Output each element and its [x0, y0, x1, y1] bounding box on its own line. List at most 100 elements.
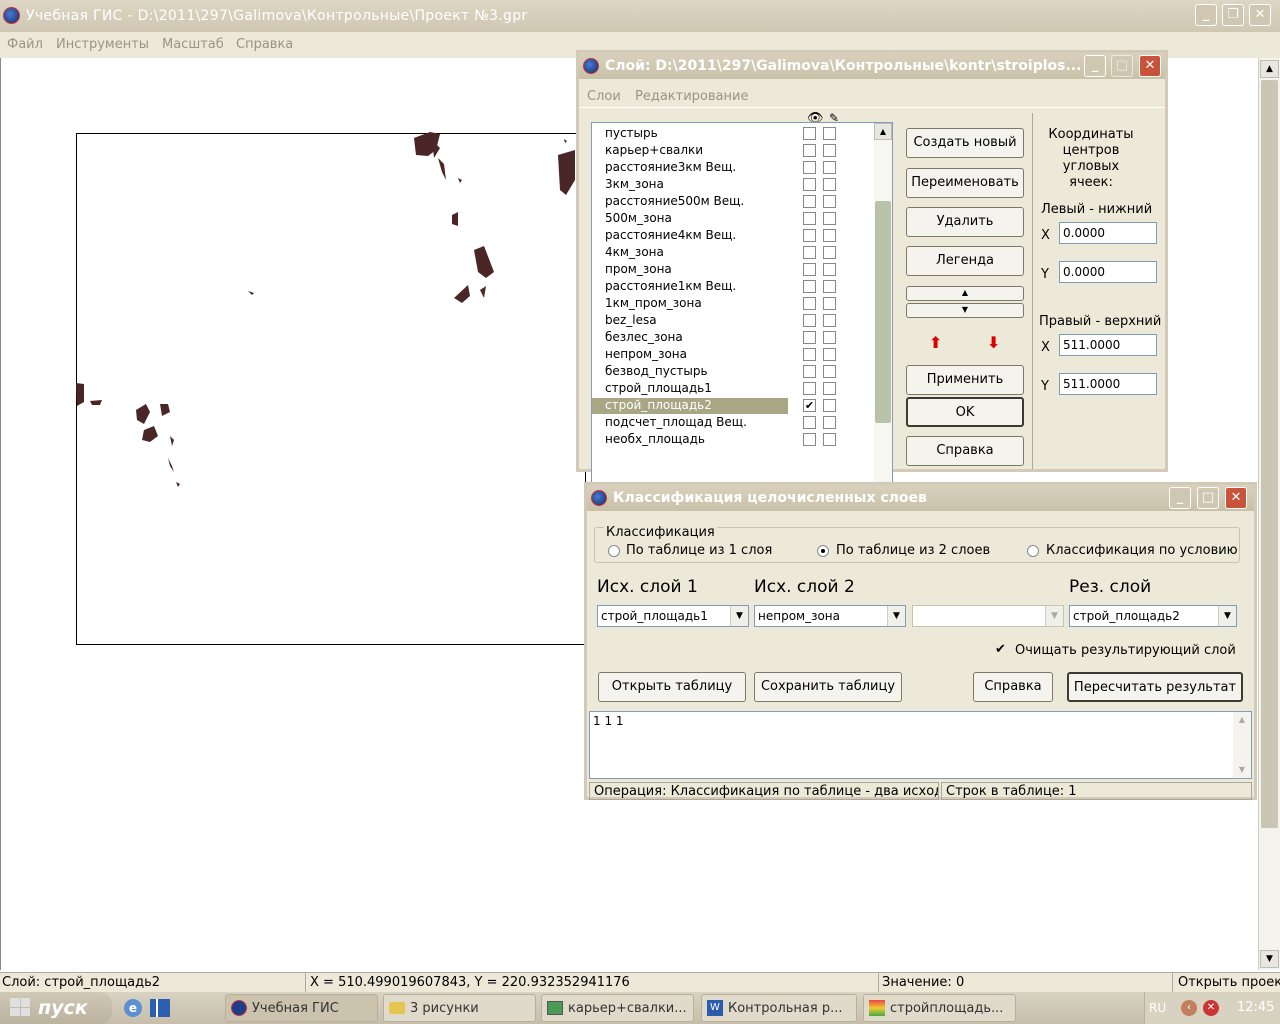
- layer-row[interactable]: карьер+свалки: [592, 142, 875, 159]
- layer-close-button[interactable]: ✕: [1139, 55, 1161, 77]
- ok-button[interactable]: OK: [906, 397, 1024, 427]
- task-word[interactable]: W Контрольная р...: [701, 994, 857, 1022]
- layer-visible-checkbox[interactable]: [803, 144, 816, 157]
- layer-row[interactable]: непром_зона: [592, 346, 875, 363]
- radio-one-layer[interactable]: [608, 545, 620, 557]
- layer-visible-checkbox[interactable]: [803, 127, 816, 140]
- class-maximize-button[interactable]: □: [1197, 487, 1219, 509]
- layer-row[interactable]: bez_lesa: [592, 312, 875, 329]
- layer-row[interactable]: безвод_пустырь: [592, 363, 875, 380]
- move-down-arrow-icon[interactable]: ⬇: [987, 333, 1000, 352]
- layer-visible-checkbox[interactable]: ✔: [803, 399, 816, 412]
- layer-visible-checkbox[interactable]: [803, 297, 816, 310]
- layer-visible-checkbox[interactable]: [803, 331, 816, 344]
- layer-edit-checkbox[interactable]: [823, 331, 836, 344]
- layer-row[interactable]: 500м_зона: [592, 210, 875, 227]
- class-dialog-titlebar[interactable]: Классификация целочисленных слоев _ □ ✕: [587, 485, 1254, 511]
- layer-maximize-button[interactable]: □: [1111, 55, 1133, 77]
- chevron-down-icon[interactable]: ▼: [730, 606, 748, 626]
- layer-row[interactable]: пром_зона: [592, 261, 875, 278]
- task-image[interactable]: карьер+свалки...: [541, 994, 694, 1022]
- library-icon[interactable]: [150, 999, 170, 1017]
- layer-row[interactable]: 3км_зона: [592, 176, 875, 193]
- move-up-arrow-icon[interactable]: ⬆: [929, 333, 942, 352]
- layer-row[interactable]: расстояние3км Вещ.: [592, 159, 875, 176]
- task-folder[interactable]: 3 рисунки: [383, 994, 536, 1022]
- layer-edit-checkbox[interactable]: [823, 212, 836, 225]
- radio-two-layers-label[interactable]: По таблице из 2 слоев: [836, 543, 990, 558]
- main-vertical-scrollbar[interactable]: ▲ ▼: [1258, 58, 1280, 970]
- radio-two-layers[interactable]: [817, 545, 829, 557]
- layer-visible-checkbox[interactable]: [803, 314, 816, 327]
- layer-visible-checkbox[interactable]: [803, 229, 816, 242]
- layer-edit-checkbox[interactable]: [823, 365, 836, 378]
- textarea-scrollbar[interactable]: ▲ ▼: [1233, 712, 1251, 778]
- layer-edit-checkbox[interactable]: [823, 263, 836, 276]
- layer-edit-checkbox[interactable]: [823, 229, 836, 242]
- create-layer-button[interactable]: Создать новый: [906, 128, 1024, 158]
- layer-row[interactable]: 1км_пром_зона: [592, 295, 875, 312]
- layer-edit-checkbox[interactable]: [823, 297, 836, 310]
- task-paint[interactable]: стройплощадь...: [863, 994, 1016, 1022]
- layer-edit-checkbox[interactable]: [823, 416, 836, 429]
- layer-help-button[interactable]: Справка: [906, 436, 1024, 466]
- clear-result-label[interactable]: Очищать результирующий слой: [1015, 643, 1236, 658]
- layer-edit-checkbox[interactable]: [823, 382, 836, 395]
- result-layer-select[interactable]: строй_площадь2 ▼: [1069, 605, 1237, 627]
- layer-visible-checkbox[interactable]: [803, 263, 816, 276]
- layer-visible-checkbox[interactable]: [803, 382, 816, 395]
- layer-row[interactable]: пустырь: [592, 125, 875, 142]
- upper-right-y-input[interactable]: 511.0000: [1059, 373, 1157, 395]
- radio-one-layer-label[interactable]: По таблице из 1 слоя: [626, 543, 772, 558]
- layer-visible-checkbox[interactable]: [803, 348, 816, 361]
- clear-result-checkbox[interactable]: ✔: [994, 643, 1007, 657]
- source-layer-1-select[interactable]: строй_площадь1 ▼: [597, 605, 749, 627]
- class-help-button[interactable]: Справка: [973, 672, 1053, 702]
- layer-visible-checkbox[interactable]: [803, 178, 816, 191]
- layer-edit-checkbox[interactable]: [823, 195, 836, 208]
- minimize-button[interactable]: _: [1195, 4, 1217, 26]
- layer-visible-checkbox[interactable]: [803, 365, 816, 378]
- save-table-button[interactable]: Сохранить таблицу: [754, 672, 902, 702]
- layer-visible-checkbox[interactable]: [803, 280, 816, 293]
- layer-visible-checkbox[interactable]: [803, 212, 816, 225]
- layer-menu-edit[interactable]: Редактирование: [635, 89, 748, 104]
- move-down-small-button[interactable]: ▼: [906, 303, 1024, 318]
- layer-visible-checkbox[interactable]: [803, 433, 816, 446]
- ie-icon[interactable]: e: [124, 999, 142, 1017]
- antivirus-shield-icon[interactable]: ✕: [1203, 1000, 1219, 1016]
- chevron-down-icon[interactable]: ▼: [887, 606, 905, 626]
- source-layer-2-select[interactable]: непром_зона ▼: [754, 605, 906, 627]
- task-gis[interactable]: Учебная ГИС: [225, 994, 378, 1022]
- layer-visible-checkbox[interactable]: [803, 416, 816, 429]
- layer-list[interactable]: ▲ ▼ пустырь карьер+свалки расстояние3км Ве…: [591, 122, 893, 514]
- radio-by-condition-label[interactable]: Классификация по условию: [1046, 543, 1238, 558]
- lower-left-x-input[interactable]: 0.0000: [1059, 222, 1157, 244]
- classification-table-textarea[interactable]: 1 1 1 ▲ ▼: [589, 711, 1252, 779]
- maximize-button[interactable]: ❐: [1222, 4, 1244, 26]
- layer-row[interactable]: подсчет_площад Вещ.: [592, 414, 875, 431]
- layer-row[interactable]: необх_площадь: [592, 431, 875, 448]
- layer-row[interactable]: строй_площадь1: [592, 380, 875, 397]
- layer-edit-checkbox[interactable]: [823, 280, 836, 293]
- layer-edit-checkbox[interactable]: [823, 348, 836, 361]
- move-up-small-button[interactable]: ▲: [906, 286, 1024, 301]
- layer-visible-checkbox[interactable]: [803, 161, 816, 174]
- legend-button[interactable]: Легенда: [906, 246, 1024, 276]
- chevron-down-icon[interactable]: ▼: [1218, 606, 1236, 626]
- layer-edit-checkbox[interactable]: [823, 161, 836, 174]
- class-close-button[interactable]: ✕: [1225, 487, 1247, 509]
- layer-visible-checkbox[interactable]: [803, 246, 816, 259]
- layer-visible-checkbox[interactable]: [803, 195, 816, 208]
- layer-edit-checkbox[interactable]: [823, 433, 836, 446]
- language-indicator[interactable]: RU: [1149, 1001, 1166, 1015]
- rename-layer-button[interactable]: Переименовать: [906, 168, 1024, 198]
- start-button[interactable]: пуск: [0, 992, 112, 1024]
- layer-dialog-titlebar[interactable]: Слой: D:\2011\297\Galimova\Контрольные\k…: [579, 53, 1165, 79]
- open-table-button[interactable]: Открыть таблицу: [598, 672, 746, 702]
- layer-edit-checkbox[interactable]: [823, 246, 836, 259]
- layer-row[interactable]: 4км_зона: [592, 244, 875, 261]
- layer-edit-checkbox[interactable]: [823, 178, 836, 191]
- layer-minimize-button[interactable]: _: [1084, 55, 1106, 77]
- layer-row[interactable]: строй_площадь2 ✔: [592, 397, 875, 414]
